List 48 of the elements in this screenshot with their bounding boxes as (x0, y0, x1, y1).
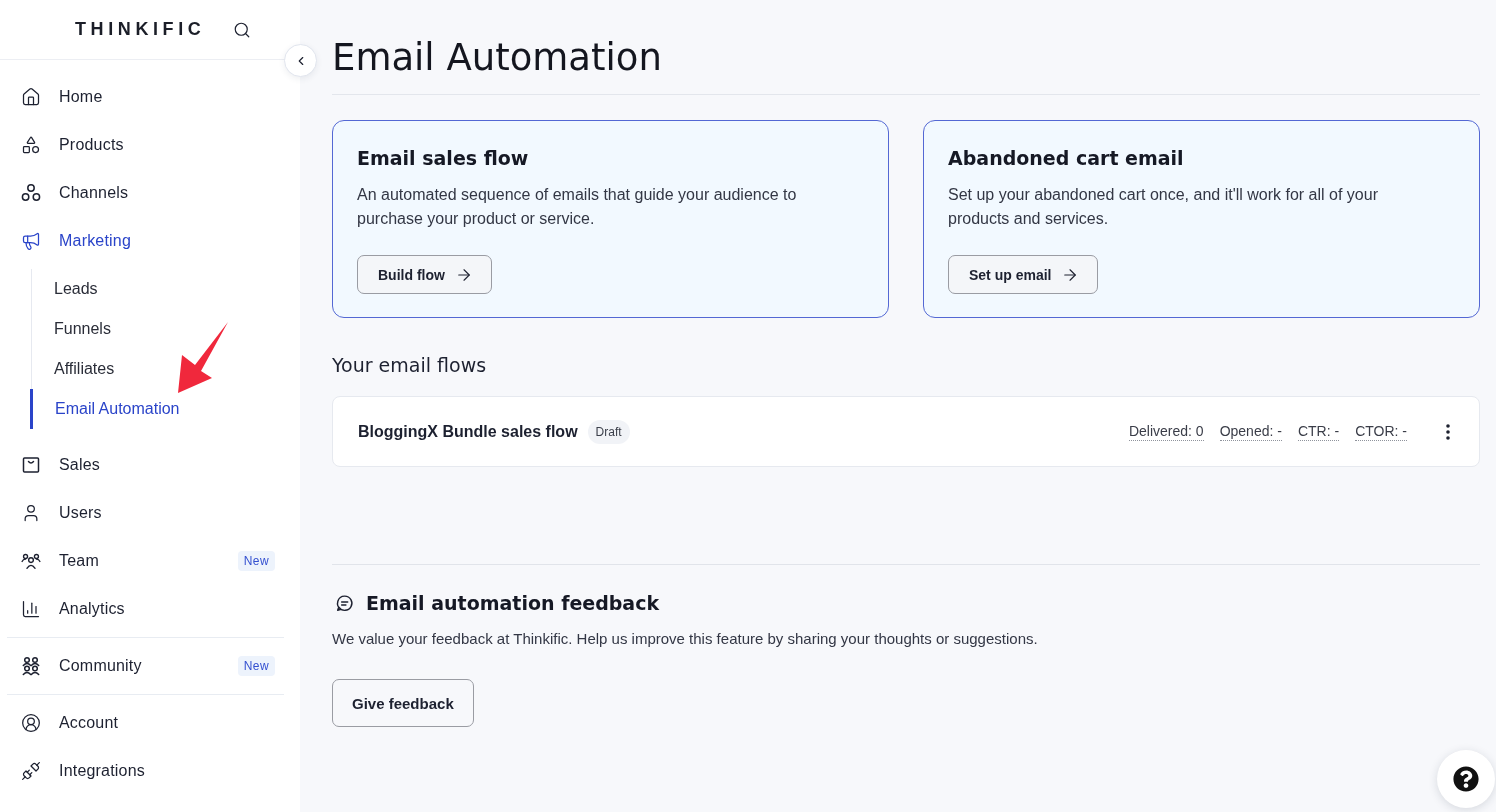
team-icon (21, 551, 41, 571)
flow-name-link[interactable]: BloggingX Bundle sales flow (358, 422, 578, 441)
feedback-description: We value your feedback at Thinkific. Help us improve this feature by sharing your thoughts or suggestions. (332, 629, 1038, 649)
sidebar-item[interactable]: Users (7, 489, 284, 537)
house-icon (21, 87, 41, 107)
card-title: Abandoned cart email (948, 146, 1184, 171)
help-button[interactable] (1437, 750, 1495, 808)
card-description: Set up your abandoned cart once, and it'll work for all of your products and services. (948, 185, 1379, 229)
three-circles-icon (21, 183, 41, 203)
sidebar-item[interactable]: Account (7, 699, 284, 747)
flow-stat: CTOR: - (1355, 422, 1407, 441)
shapes-icon (21, 135, 41, 155)
user-circle-icon (21, 713, 41, 733)
sidebar-item[interactable]: Analytics (7, 585, 284, 633)
sidebar-item[interactable]: Integrations (7, 747, 284, 795)
bag-icon (21, 455, 41, 475)
sidebar-item[interactable]: Community New (7, 642, 284, 690)
page-title: Email Automation (332, 35, 663, 81)
card-description: An automated sequence of emails that guide your audience to purchase your product or service. (357, 185, 798, 229)
card-action-button[interactable]: Set up email (948, 255, 1099, 294)
community-icon (21, 656, 41, 676)
sidebar-item[interactable]: Home (7, 73, 284, 121)
help-icon (1453, 766, 1479, 792)
megaphone-icon (21, 231, 41, 251)
kebab-menu-icon (1446, 423, 1450, 440)
section-heading: Your email flows (332, 353, 488, 377)
sidebar-item[interactable]: Sales (7, 441, 284, 489)
plug-icon (21, 761, 41, 781)
bar-chart-icon (21, 599, 41, 619)
chat-bubble-icon (335, 593, 354, 613)
new-badge: New (237, 551, 275, 571)
give-feedback-button[interactable]: Give feedback (332, 679, 474, 727)
flow-stat: Opened: - (1219, 422, 1282, 441)
search-button[interactable] (233, 20, 252, 39)
sidebar-item[interactable]: Team New (7, 537, 284, 585)
sidebar-subitem[interactable]: Leads (31, 269, 284, 309)
sidebar-item[interactable]: Marketing (7, 217, 284, 265)
flow-stat: CTR: - (1297, 422, 1340, 441)
new-badge: New (237, 656, 275, 676)
sidebar-item[interactable]: Channels (7, 169, 284, 217)
status-tag: Draft (587, 419, 630, 444)
card-action-button[interactable]: Build flow (357, 255, 492, 294)
section-heading: Email automation feedback (366, 591, 660, 616)
logo: THINKIFIC (75, 19, 206, 40)
flow-stat: Delivered: 0 (1128, 422, 1204, 441)
card-title: Email sales flow (357, 146, 529, 171)
sidebar-item[interactable]: Products (7, 121, 284, 169)
search-icon (233, 20, 252, 39)
